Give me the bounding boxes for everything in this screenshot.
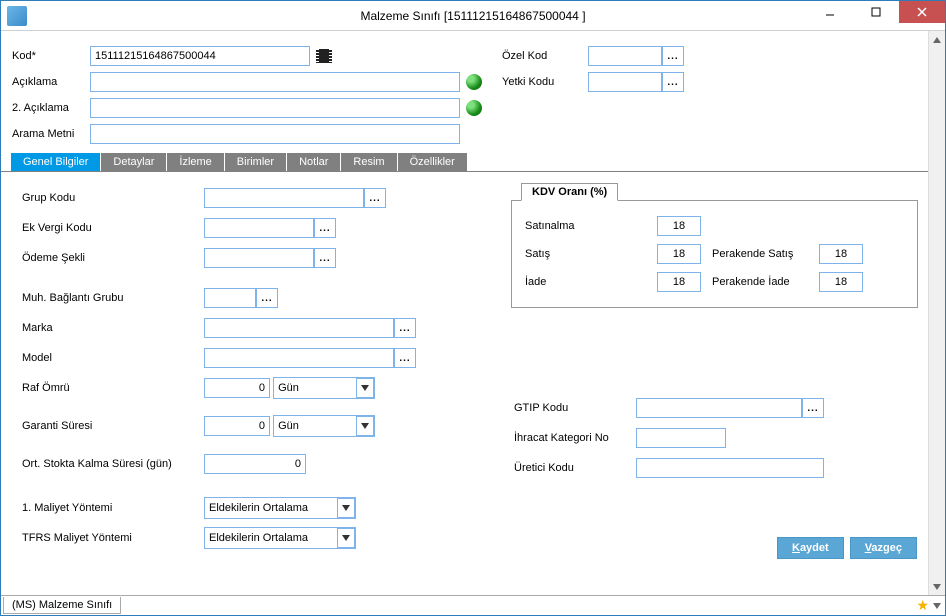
satinalma-label: Satınalma (524, 213, 654, 239)
marka-label: Marka (21, 314, 201, 342)
ek-vergi-input[interactable] (204, 218, 314, 238)
iade-label: İade (524, 269, 654, 295)
marka-lookup-button[interactable]: ... (394, 318, 416, 338)
ek-vergi-lookup-button[interactable]: ... (314, 218, 336, 238)
tab-izleme[interactable]: İzleme (167, 153, 223, 171)
window-title: Malzeme Sınıfı [15111215164867500044 ] (360, 9, 585, 23)
yetkikodu-lookup-button[interactable]: ... (662, 72, 684, 92)
tab-resim[interactable]: Resim (341, 153, 396, 171)
muh-bag-label: Muh. Bağlantı Grubu (21, 284, 201, 312)
app-icon (7, 6, 27, 26)
ozelkod-label: Özel Kod (501, 45, 587, 67)
raf-omru-label: Raf Ömrü (21, 374, 201, 402)
satinalma-input[interactable] (657, 216, 701, 236)
uretici-input[interactable] (636, 458, 824, 478)
model-input[interactable] (204, 348, 394, 368)
maximize-button[interactable] (853, 1, 899, 23)
star-icon[interactable]: ★ (916, 597, 929, 614)
globe-icon[interactable] (466, 100, 482, 116)
per-iade-input[interactable] (819, 272, 863, 292)
status-tab[interactable]: (MS) Malzeme Sınıfı (3, 597, 121, 614)
ozelkod-lookup-button[interactable]: ... (662, 46, 684, 66)
gtip-input[interactable] (636, 398, 802, 418)
film-icon[interactable] (316, 49, 332, 63)
chevron-down-icon[interactable] (933, 603, 941, 609)
odeme-sekli-lookup-button[interactable]: ... (314, 248, 336, 268)
gtip-lookup-button[interactable]: ... (802, 398, 824, 418)
save-button[interactable]: Kaydet (777, 537, 844, 559)
scroll-track[interactable] (929, 48, 945, 578)
raf-omru-input[interactable] (204, 378, 270, 398)
ek-vergi-label: Ek Vergi Kodu (21, 214, 201, 242)
maliyet1-label: 1. Maliyet Yöntemi (21, 494, 201, 522)
close-button[interactable] (899, 1, 945, 23)
tab-birimler[interactable]: Birimler (225, 153, 286, 171)
satis-input[interactable] (657, 244, 701, 264)
ihracat-label: İhracat Kategori No (513, 424, 633, 452)
vertical-scrollbar[interactable] (928, 31, 945, 595)
tab-genel-bilgiler[interactable]: Genel Bilgiler (11, 153, 100, 171)
arama-label: Arama Metni (11, 123, 89, 145)
muh-bag-input[interactable] (204, 288, 256, 308)
model-label: Model (21, 344, 201, 372)
kdv-group-title: KDV Oranı (%) (521, 183, 618, 201)
garanti-input[interactable] (204, 416, 270, 436)
tab-detaylar[interactable]: Detaylar (101, 153, 166, 171)
globe-icon[interactable] (466, 74, 482, 90)
tfrs-select[interactable]: Eldekilerin Ortalama (204, 527, 356, 549)
uretici-label: Üretici Kodu (513, 454, 633, 482)
garanti-unit-select[interactable]: Gün (273, 415, 375, 437)
ort-stok-input[interactable] (204, 454, 306, 474)
scroll-down-button[interactable] (929, 578, 945, 595)
per-satis-input[interactable] (819, 244, 863, 264)
raf-omru-unit-select[interactable]: Gün (273, 377, 375, 399)
garanti-label: Garanti Süresi (21, 412, 201, 440)
model-lookup-button[interactable]: ... (394, 348, 416, 368)
aciklama2-input[interactable] (90, 98, 460, 118)
cancel-button[interactable]: Vazgeç (850, 537, 917, 559)
maliyet1-select[interactable]: Eldekilerin Ortalama (204, 497, 356, 519)
per-iade-label: Perakende İade (704, 269, 816, 295)
tab-notlar[interactable]: Notlar (287, 153, 340, 171)
yetkikodu-label: Yetki Kodu (501, 71, 587, 93)
odeme-sekli-label: Ödeme Şekli (21, 244, 201, 272)
gtip-label: GTIP Kodu (513, 394, 633, 422)
kod-label: Kod* (11, 45, 89, 67)
muh-bag-lookup-button[interactable]: ... (256, 288, 278, 308)
titlebar: Malzeme Sınıfı [15111215164867500044 ] (1, 1, 945, 31)
per-satis-label: Perakende Satış (704, 241, 816, 267)
tfrs-label: TFRS Maliyet Yöntemi (21, 524, 201, 552)
yetkikodu-input[interactable] (588, 72, 662, 92)
grup-kodu-lookup-button[interactable]: ... (364, 188, 386, 208)
grup-kodu-label: Grup Kodu (21, 184, 201, 212)
minimize-button[interactable] (807, 1, 853, 23)
tab-ozellikler[interactable]: Özellikler (398, 153, 467, 171)
marka-input[interactable] (204, 318, 394, 338)
odeme-sekli-input[interactable] (204, 248, 314, 268)
iade-input[interactable] (657, 272, 701, 292)
statusbar: (MS) Malzeme Sınıfı ★ (1, 595, 945, 615)
aciklama-input[interactable] (90, 72, 460, 92)
grup-kodu-input[interactable] (204, 188, 364, 208)
satis-label: Satış (524, 241, 654, 267)
ort-stok-label: Ort. Stokta Kalma Süresi (gün) (21, 450, 201, 478)
kod-input[interactable] (90, 46, 310, 66)
app-window: Malzeme Sınıfı [15111215164867500044 ] K… (0, 0, 946, 616)
scroll-up-button[interactable] (929, 31, 945, 48)
aciklama2-label: 2. Açıklama (11, 97, 89, 119)
aciklama-label: Açıklama (11, 71, 89, 93)
arama-input[interactable] (90, 124, 460, 144)
kdv-group: Satınalma Satış Perakende Satış (511, 200, 918, 308)
ihracat-input[interactable] (636, 428, 726, 448)
ozelkod-input[interactable] (588, 46, 662, 66)
